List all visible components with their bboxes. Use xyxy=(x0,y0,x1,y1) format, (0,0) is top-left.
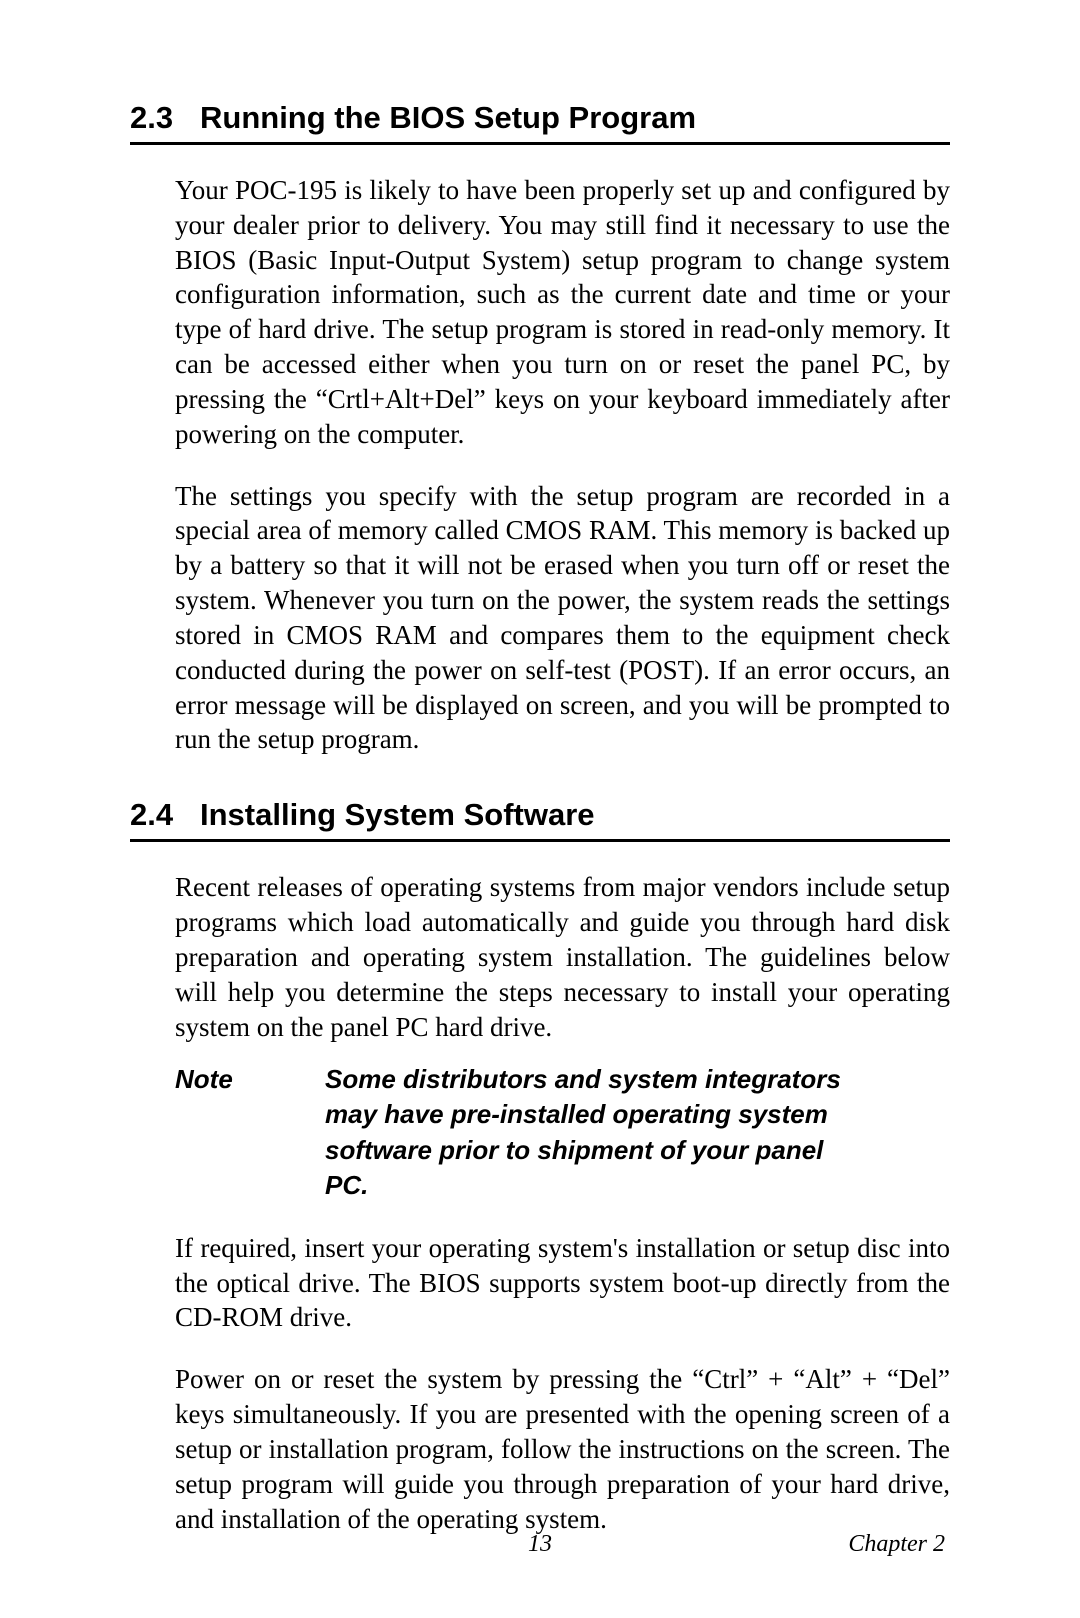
section-heading-2-4: 2.4 Installing System Software xyxy=(130,797,950,842)
paragraph: If required, insert your operating syste… xyxy=(175,1231,950,1335)
section-number: 2.4 xyxy=(130,797,200,833)
note-text: Some distributors and system integrators… xyxy=(325,1062,950,1202)
paragraph: Recent releases of operating systems fro… xyxy=(175,870,950,1044)
section-title: Installing System Software xyxy=(200,797,595,833)
note-label: Note xyxy=(175,1062,325,1202)
note-block: Note Some distributors and system integr… xyxy=(175,1062,950,1202)
chapter-label: Chapter 2 xyxy=(848,1531,945,1558)
section-title: Running the BIOS Setup Program xyxy=(200,100,696,136)
page-footer: 13 Chapter 2 xyxy=(130,1531,950,1558)
section-number: 2.3 xyxy=(130,100,200,136)
section-heading-2-3: 2.3 Running the BIOS Setup Program xyxy=(130,100,950,145)
document-page: 2.3 Running the BIOS Setup Program Your … xyxy=(0,0,1080,1618)
page-number: 13 xyxy=(528,1531,552,1558)
paragraph: The settings you specify with the setup … xyxy=(175,479,950,758)
paragraph: Your POC-195 is likely to have been prop… xyxy=(175,173,950,452)
paragraph: Power on or reset the system by pressing… xyxy=(175,1362,950,1536)
